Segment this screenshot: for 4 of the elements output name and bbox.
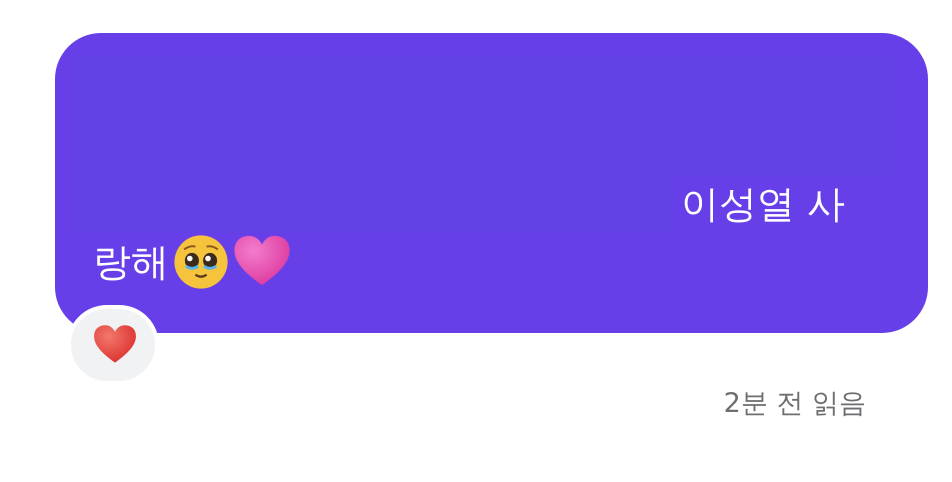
message-text: 이성열 사	[680, 181, 846, 228]
read-receipt: 2분 전 읽음	[724, 387, 866, 421]
message-text: 랑해	[92, 239, 169, 286]
pleading-face-emoji	[173, 234, 229, 290]
